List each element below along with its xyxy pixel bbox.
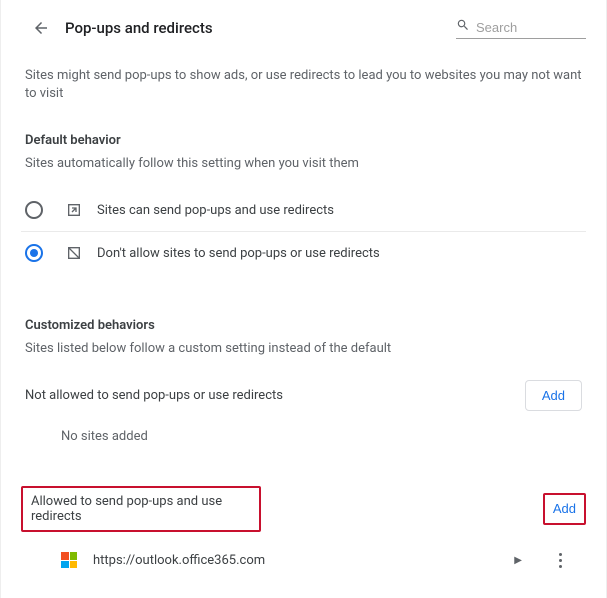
popup-allow-icon [65, 201, 83, 219]
page-title: Pop-ups and redirects [65, 19, 213, 37]
option-allow-label: Sites can send pop-ups and use redirects [97, 203, 334, 218]
expand-icon[interactable]: ▶ [514, 555, 522, 566]
option-allow-row[interactable]: Sites can send pop-ups and use redirects [21, 189, 586, 231]
allowed-site-row[interactable]: https://outlook.office365.com ▶ [21, 542, 586, 568]
microsoft-logo-icon [61, 552, 77, 568]
intro-text: Sites might send pop-ups to show ads, or… [25, 67, 582, 103]
search-icon [456, 18, 470, 36]
highlight-allowed-label: Allowed to send pop-ups and use redirect… [21, 486, 261, 532]
blocked-empty-text: No sites added [21, 417, 586, 456]
option-block-label: Don't allow sites to send pop-ups or use… [97, 246, 380, 261]
allowed-list-header: Allowed to send pop-ups and use redirect… [21, 486, 586, 532]
header-bar: Pop-ups and redirects [21, 4, 586, 47]
back-button[interactable] [31, 18, 51, 38]
search-field[interactable] [456, 16, 586, 39]
custom-sub: Sites listed below follow a custom setti… [25, 341, 582, 356]
option-block-row[interactable]: Don't allow sites to send pop-ups or use… [21, 231, 586, 274]
search-input[interactable] [476, 20, 586, 35]
settings-page: Pop-ups and redirects Sites might send p… [0, 0, 607, 598]
default-behavior-heading: Default behavior [25, 133, 582, 148]
radio-allow[interactable] [25, 201, 43, 219]
custom-heading: Customized behaviors [25, 318, 582, 333]
radio-dot-icon [30, 249, 38, 257]
add-allowed-button[interactable]: Add [553, 501, 576, 516]
blocked-list-header: Not allowed to send pop-ups or use redir… [21, 374, 586, 417]
radio-block[interactable] [25, 244, 43, 262]
arrow-left-icon [32, 19, 50, 37]
allowed-list-label: Allowed to send pop-ups and use redirect… [31, 494, 251, 524]
blocked-list-label: Not allowed to send pop-ups or use redir… [25, 388, 283, 403]
site-menu-button[interactable] [550, 553, 570, 568]
popup-block-icon [65, 244, 83, 262]
allowed-site-url: https://outlook.office365.com [93, 553, 514, 568]
add-blocked-button[interactable]: Add [525, 380, 582, 411]
highlight-add-button: Add [543, 493, 586, 525]
default-behavior-sub: Sites automatically follow this setting … [25, 156, 582, 171]
